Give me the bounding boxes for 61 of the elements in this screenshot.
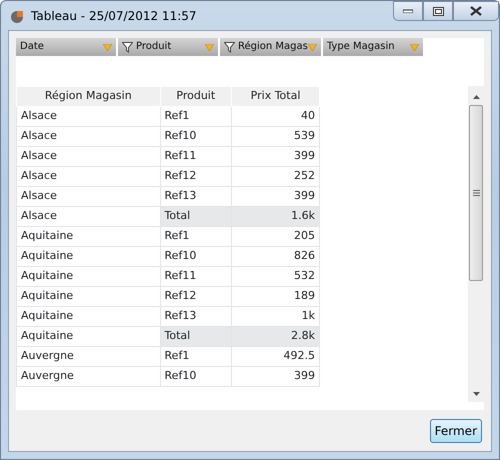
minimize-button[interactable]: [393, 1, 423, 21]
table-cell: Alsace: [16, 206, 160, 226]
table-cell: 205: [232, 226, 320, 246]
total-cell: Total: [160, 206, 232, 226]
table-cell: 399: [232, 366, 320, 386]
table-cell: Alsace: [16, 106, 160, 126]
scroll-thumb[interactable]: [469, 105, 483, 281]
table-cell: Ref10: [160, 366, 232, 386]
total-cell: 1.6k: [232, 206, 320, 226]
scroll-up-icon[interactable]: [472, 95, 480, 99]
table-cell: 826: [232, 246, 320, 266]
filter-field[interactable]: Date: [16, 38, 116, 56]
table-cell: Auvergne: [16, 366, 160, 386]
table-cell: Ref11: [160, 266, 232, 286]
table-cell: 252: [232, 166, 320, 186]
table-cell: Alsace: [16, 146, 160, 166]
dropdown-icon[interactable]: [205, 44, 214, 50]
filter-field[interactable]: Produit: [118, 38, 218, 56]
table-cell: Aquitaine: [16, 306, 160, 326]
column-header[interactable]: Produit: [160, 86, 232, 106]
scrollbar[interactable]: [468, 86, 484, 402]
column-header[interactable]: Région Magasin: [16, 86, 160, 106]
table-cell: 399: [232, 146, 320, 166]
table-cell: Ref12: [160, 286, 232, 306]
table-cell: 40: [232, 106, 320, 126]
window-title: Tableau - 25/07/2012 11:57: [31, 8, 197, 24]
table-cell: 539: [232, 126, 320, 146]
table-cell: Aquitaine: [16, 246, 160, 266]
table-cell: Ref1: [160, 226, 232, 246]
filter-field[interactable]: Région Magas: [220, 38, 321, 56]
minimize-icon: [403, 9, 413, 13]
table-cell: Aquitaine: [16, 266, 160, 286]
table-cell: Auvergne: [16, 346, 160, 366]
table-cell: Ref10: [160, 126, 232, 146]
table-cell: Alsace: [16, 126, 160, 146]
dropdown-icon[interactable]: [308, 44, 317, 50]
table-cell: Ref1: [160, 346, 232, 366]
maximize-button[interactable]: [423, 1, 453, 21]
table-cell: Ref1: [160, 106, 232, 126]
total-cell: Total: [160, 326, 232, 346]
maximize-icon: [432, 6, 444, 16]
filter-field[interactable]: Type Magasin: [322, 38, 423, 56]
table-cell: Aquitaine: [16, 226, 160, 246]
close-icon: [470, 6, 482, 16]
table-cell: 492.5: [232, 346, 320, 366]
table-cell: Alsace: [16, 186, 160, 206]
close-dialog-button[interactable]: Fermer: [430, 419, 482, 443]
dropdown-icon[interactable]: [410, 44, 419, 50]
close-button[interactable]: [453, 1, 499, 21]
total-cell: 2.8k: [232, 326, 320, 346]
table-cell: 532: [232, 266, 320, 286]
table-cell: Ref12: [160, 166, 232, 186]
table-cell: Ref11: [160, 146, 232, 166]
table-cell: Alsace: [16, 166, 160, 186]
table-cell: Aquitaine: [16, 286, 160, 306]
scroll-down-icon[interactable]: [472, 392, 480, 396]
table-cell: Ref10: [160, 246, 232, 266]
table-cell: 189: [232, 286, 320, 306]
dropdown-icon[interactable]: [103, 44, 112, 50]
column-header[interactable]: Prix Total: [232, 86, 320, 106]
table-cell: Aquitaine: [16, 326, 160, 346]
